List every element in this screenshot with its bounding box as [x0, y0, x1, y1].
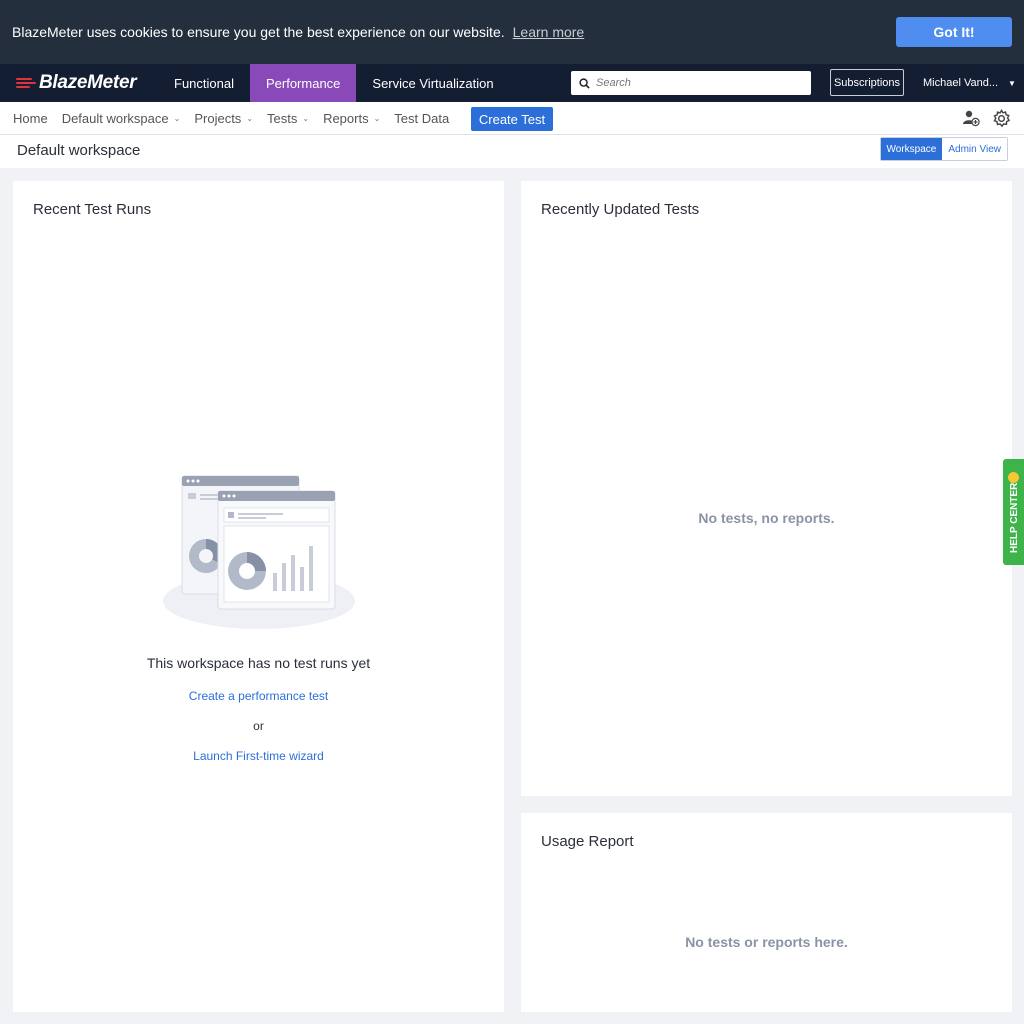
learn-more-link[interactable]: Learn more	[513, 24, 585, 40]
search-icon	[579, 77, 590, 89]
tab-service-virtualization[interactable]: Service Virtualization	[356, 64, 509, 102]
create-test-button[interactable]: Create Test	[471, 107, 553, 131]
recently-updated-tests-card: Recently Updated Tests No tests, no repo…	[521, 181, 1012, 796]
help-center-tab[interactable]: HELP CENTER	[1003, 459, 1024, 565]
empty-usage-message: No tests or reports here.	[685, 934, 848, 950]
empty-runs-heading: This workspace has no test runs yet	[146, 655, 371, 671]
caret-down-icon: ▼	[1008, 78, 1016, 88]
search-input[interactable]	[596, 77, 796, 89]
nav-reports-label: Reports	[323, 110, 369, 126]
subscriptions-button[interactable]: Subscriptions	[830, 69, 904, 96]
nav-reports-dropdown[interactable]: Reports ⌄	[323, 111, 380, 126]
empty-tests-message: No tests, no reports.	[698, 510, 835, 526]
nav-tests-label: Tests	[267, 110, 298, 126]
chevron-down-icon: ⌄	[373, 113, 381, 123]
tab-functional[interactable]: Functional	[158, 64, 250, 102]
top-navigation: BlazeMeter Functional Performance Servic…	[0, 64, 1024, 102]
nav-projects-dropdown[interactable]: Projects ⌄	[194, 111, 253, 126]
nav-workspace-label: Default workspace	[61, 110, 169, 126]
page-title: Default workspace	[17, 142, 141, 159]
search-box	[571, 71, 811, 95]
secondary-navigation: Home Default workspace ⌄ Projects ⌄ Test…	[0, 102, 1024, 135]
nav-projects-label: Projects	[194, 110, 242, 126]
recent-test-runs-card: Recent Test Runs This workspace has no t…	[13, 181, 504, 1012]
logo-text: BlazeMeter	[39, 72, 137, 93]
logo-mark-icon	[16, 78, 36, 88]
gear-icon[interactable]	[992, 109, 1011, 133]
chevron-down-icon: ⌄	[173, 113, 181, 123]
chevron-down-icon: ⌄	[302, 113, 310, 123]
blazemeter-logo[interactable]: BlazeMeter	[0, 64, 158, 102]
or-separator: or	[253, 719, 264, 733]
got-it-button[interactable]: Got It!	[896, 17, 1012, 47]
launch-wizard-link[interactable]: Launch First-time wizard	[13, 749, 504, 763]
user-name: Michael Vand...	[923, 77, 999, 89]
tab-performance[interactable]: Performance	[249, 64, 357, 102]
workspace-header: Default workspace Workspace Admin View	[0, 135, 1024, 168]
recent-test-runs-title: Recent Test Runs	[33, 201, 152, 218]
cookie-message: BlazeMeter uses cookies to ensure you ge…	[12, 24, 505, 40]
nav-tests-dropdown[interactable]: Tests ⌄	[267, 111, 309, 126]
nav-workspace-dropdown[interactable]: Default workspace ⌄	[62, 111, 181, 126]
nav-home[interactable]: Home	[13, 111, 48, 126]
chevron-down-icon: ⌄	[246, 113, 254, 123]
create-performance-test-link[interactable]: Create a performance test	[13, 689, 504, 703]
workspace-view-button[interactable]: Workspace	[880, 138, 943, 160]
recently-updated-tests-title: Recently Updated Tests	[541, 201, 700, 218]
help-center-label: HELP CENTER	[1009, 482, 1020, 553]
nav-test-data[interactable]: Test Data	[394, 111, 449, 126]
empty-dashboard-illustration-icon	[163, 475, 355, 629]
admin-view-button[interactable]: Admin View	[942, 138, 1007, 160]
usage-report-card: Usage Report No tests or reports here.	[521, 813, 1012, 1012]
add-user-icon[interactable]	[962, 109, 980, 132]
user-menu[interactable]: Michael Vand... ▼	[923, 64, 1016, 102]
cookie-banner: BlazeMeter uses cookies to ensure you ge…	[0, 0, 1024, 64]
usage-report-title: Usage Report	[541, 833, 634, 850]
view-toggle: Workspace Admin View	[879, 137, 1008, 161]
